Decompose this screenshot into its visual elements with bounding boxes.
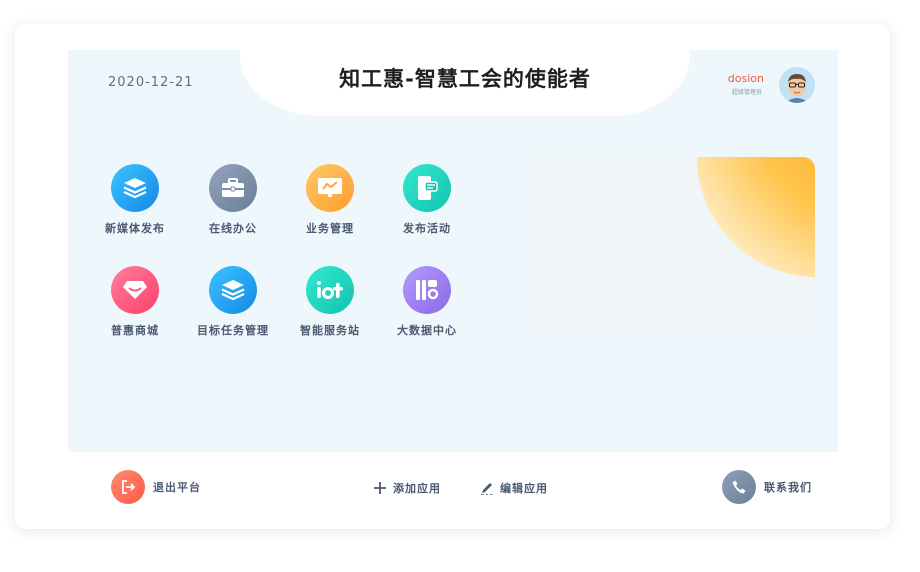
data-bars-icon: [403, 266, 451, 314]
app-target-task[interactable]: 目标任务管理: [183, 266, 283, 338]
phone-card-icon: [403, 164, 451, 212]
edit-app-label: 编辑应用: [500, 482, 548, 495]
app-online-office[interactable]: 在线办公: [183, 164, 283, 236]
user-name[interactable]: dosion: [728, 72, 764, 85]
app-business-management[interactable]: 业务管理: [280, 164, 380, 236]
current-date: 2020-12-21: [108, 75, 194, 90]
edit-app-button[interactable]: 编辑应用: [480, 480, 548, 496]
add-app-label: 添加应用: [393, 482, 441, 495]
layers-icon: [111, 164, 159, 212]
pencil-icon: [481, 483, 493, 495]
app-big-data[interactable]: 大数据中心: [377, 266, 477, 338]
banner-card[interactable]: [527, 157, 815, 335]
app-label: 智能服务站: [300, 324, 360, 337]
app-smart-service[interactable]: 智能服务站: [280, 266, 380, 338]
app-publish-activity[interactable]: 发布活动: [377, 164, 477, 236]
app-label: 发布活动: [403, 222, 451, 235]
logout-label: 退出平台: [153, 481, 201, 494]
gem-icon: [111, 266, 159, 314]
monitor-chart-icon: [306, 164, 354, 212]
phone-icon: [722, 470, 756, 504]
app-label: 在线办公: [209, 222, 257, 235]
logout-icon: [111, 470, 145, 504]
app-label: 目标任务管理: [197, 324, 269, 337]
user-role: 超级管理员: [731, 89, 762, 96]
app-mall[interactable]: 普惠商城: [85, 266, 185, 338]
add-app-button[interactable]: 添加应用: [373, 480, 441, 496]
page-title: 知工惠-智慧工会的使能者: [339, 67, 591, 91]
avatar[interactable]: [779, 67, 815, 103]
logout-button[interactable]: 退出平台: [111, 470, 201, 504]
sun-decoration: [697, 157, 815, 277]
app-new-media[interactable]: 新媒体发布: [85, 164, 185, 236]
bottom-bar: 退出平台 添加应用 编辑应用 联系我们: [68, 452, 838, 522]
app-label: 普惠商城: [111, 324, 159, 337]
app-label: 业务管理: [306, 222, 354, 235]
briefcase-icon: [209, 164, 257, 212]
iot-icon: [306, 266, 354, 314]
plus-icon: [374, 482, 386, 494]
contact-label: 联系我们: [764, 481, 812, 494]
app-label: 大数据中心: [397, 324, 457, 337]
app-label: 新媒体发布: [105, 222, 165, 235]
layers-icon: [209, 266, 257, 314]
contact-button[interactable]: 联系我们: [722, 470, 812, 504]
